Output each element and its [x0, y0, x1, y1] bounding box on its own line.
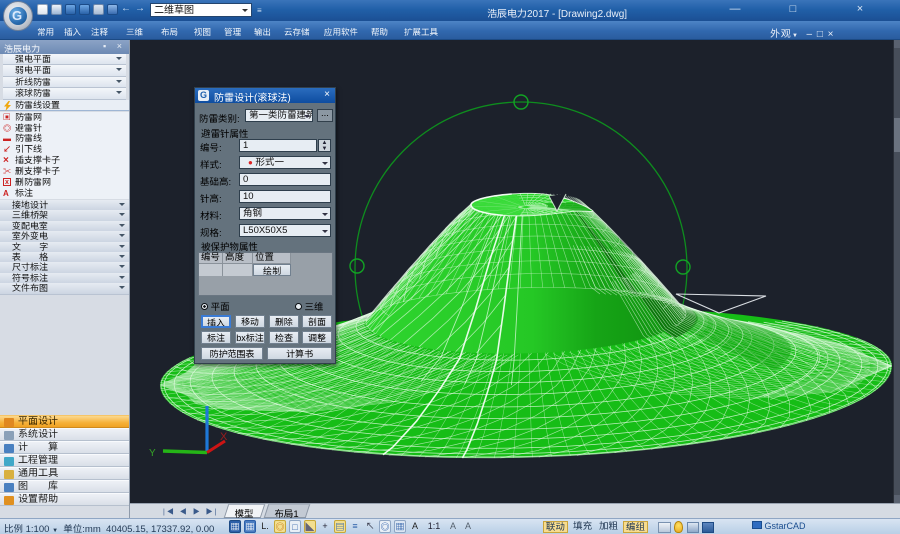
svg-text:X: X [220, 431, 228, 443]
svg-text:Y: Y [149, 448, 156, 459]
